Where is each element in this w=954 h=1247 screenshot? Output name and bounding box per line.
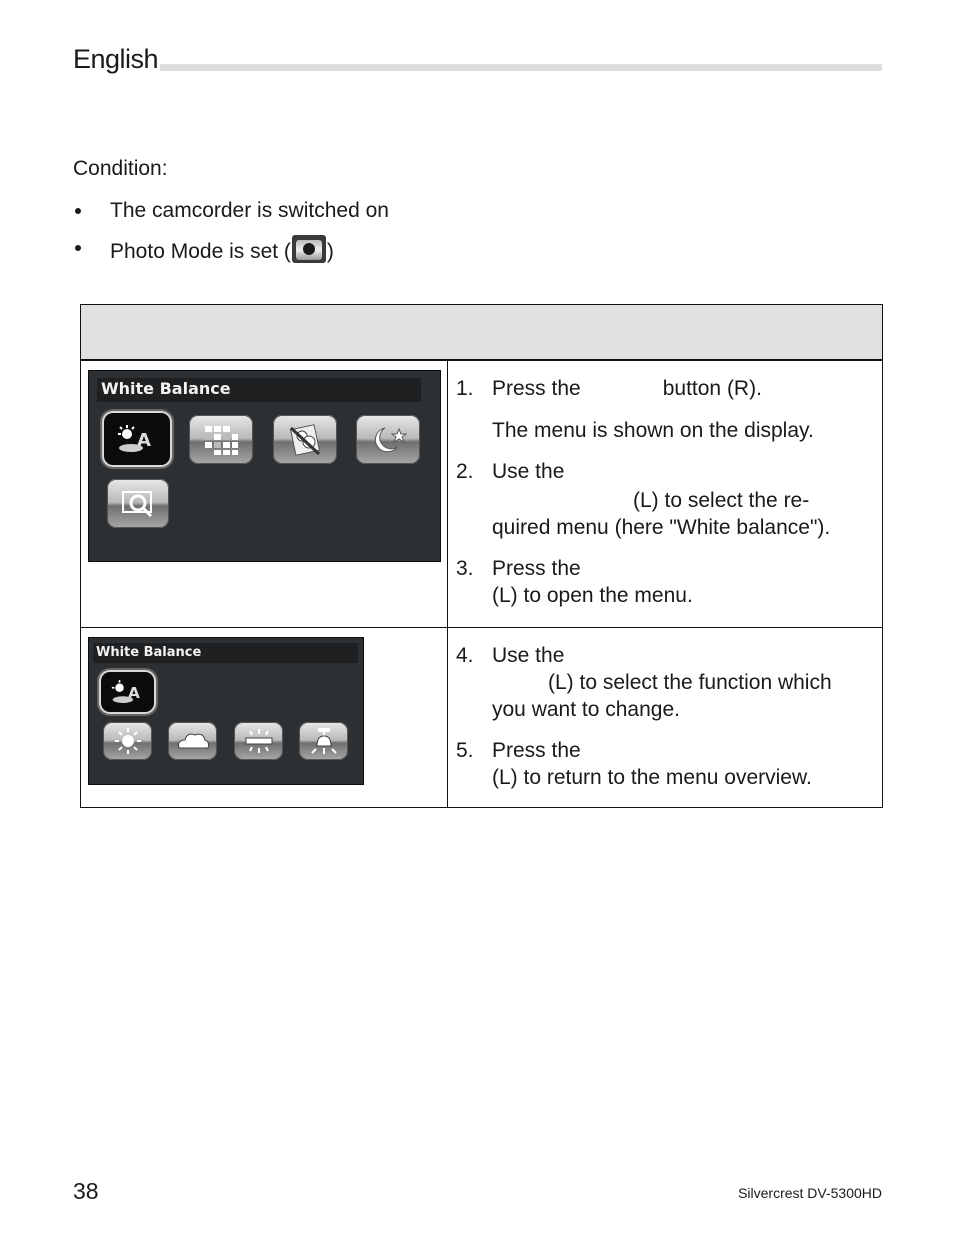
condition-list: The camcorder is switched on Photo Mode … [73, 198, 389, 272]
condition-item: The camcorder is switched on [73, 198, 389, 235]
daylight-sun-icon [103, 721, 152, 760]
step-3: 3. Press the (L) to open the menu. [456, 557, 693, 607]
product-model: Silvercrest DV-5300HD [738, 1185, 882, 1201]
screen-title: White Balance [97, 378, 421, 402]
instruction-cell: 4. Use the (L) to select the function wh… [447, 626, 883, 808]
auto-white-balance-icon: A [101, 671, 154, 712]
screenshot-cell: White Balance A [80, 359, 448, 628]
bullet-icon [75, 245, 81, 251]
instruction-table: White Balance A 1. Press the button (R).… [80, 304, 883, 808]
table-row: White Balance A 1. Press the button (R).… [80, 359, 883, 628]
step-4: 4. Use the (L) to select the function wh… [456, 643, 832, 721]
cloudy-icon [168, 721, 217, 760]
camera-menu-screen: White Balance A [88, 370, 441, 562]
condition-label: Condition: [73, 157, 168, 180]
auto-white-balance-icon: A [104, 413, 170, 465]
instruction-cell: 1. Press the button (R). The menu is show… [447, 359, 883, 628]
table-header-cell [80, 304, 883, 361]
no-flash-portrait-icon [273, 415, 337, 464]
table-header-row [80, 304, 883, 361]
language-heading: English [73, 44, 159, 74]
tungsten-lamp-icon [299, 721, 348, 760]
screen-title: White Balance [93, 642, 358, 663]
grid-icon [189, 415, 253, 464]
night-scene-icon [356, 415, 420, 464]
zoom-preview-icon [107, 479, 169, 528]
header-rule [160, 64, 882, 71]
step-2: 2. Use the (L) to select the re- quired … [456, 460, 831, 539]
photo-mode-camera-icon [291, 235, 326, 263]
step-5: 5. Press the (L) to return to the menu o… [456, 738, 812, 789]
condition-item: Photo Mode is set () [73, 235, 389, 272]
bullet-icon [75, 208, 81, 214]
fluorescent-icon [234, 721, 283, 760]
camera-menu-screen: White Balance A [88, 636, 364, 785]
page-number: 38 [73, 1178, 99, 1204]
step-1: 1. Press the button (R). The menu is show… [456, 377, 814, 442]
screenshot-cell: White Balance A [80, 626, 448, 808]
table-row: White Balance A 4. Use the (L) to select… [80, 626, 883, 808]
